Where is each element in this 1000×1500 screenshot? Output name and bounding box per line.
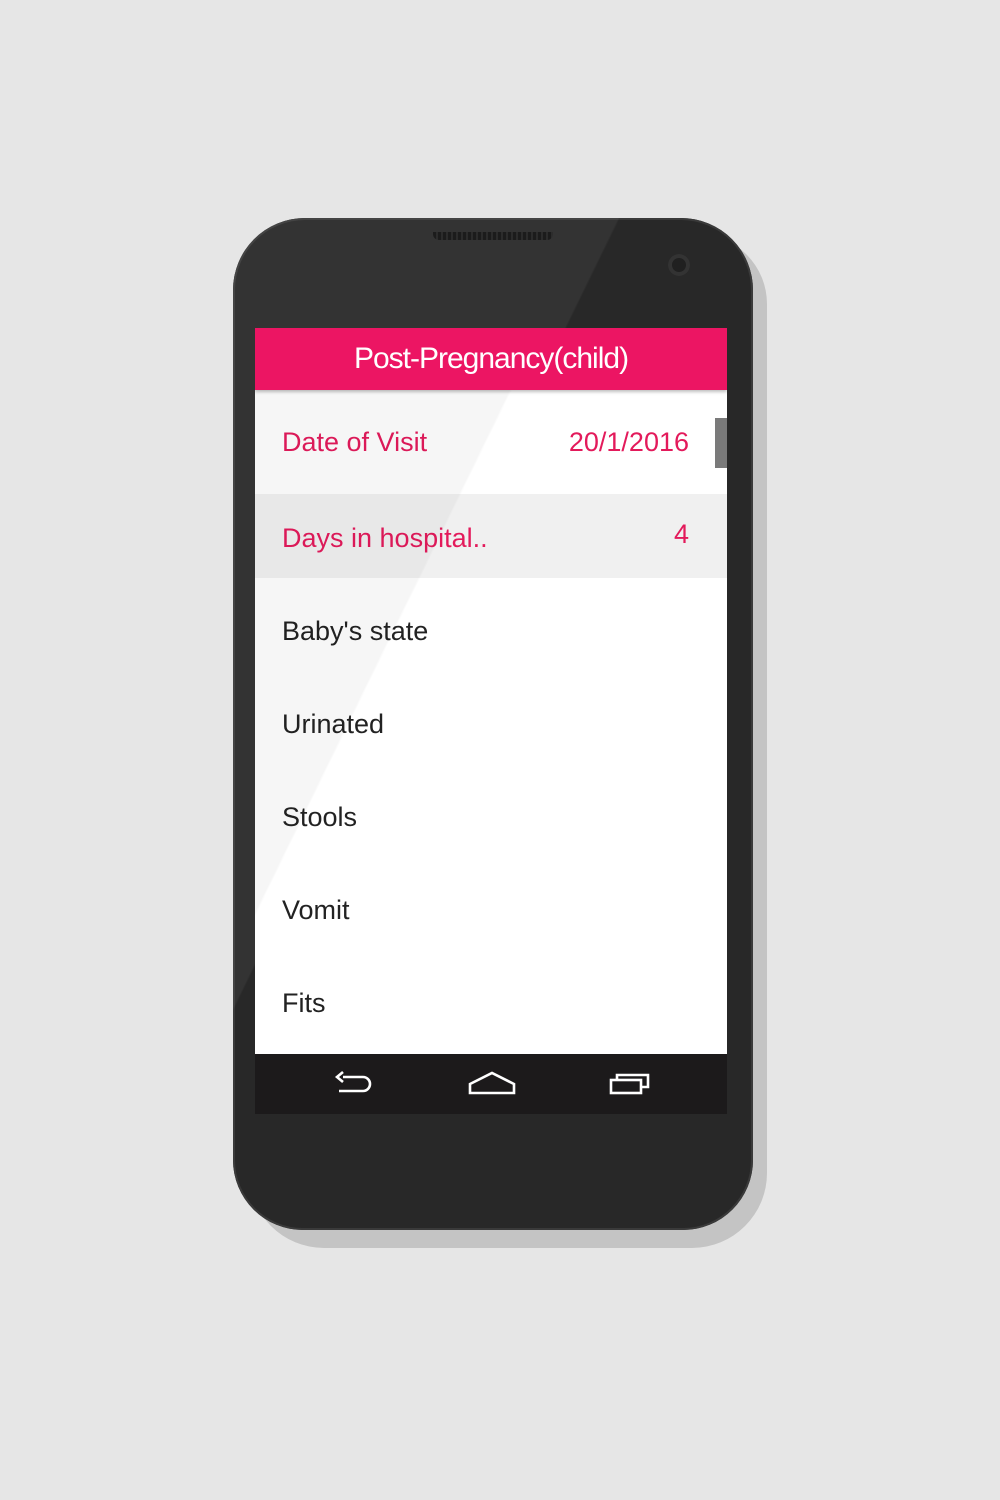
list-item-fits[interactable]: Fits <box>255 957 727 1050</box>
navigation-bar <box>255 1054 727 1114</box>
scrollbar-thumb[interactable] <box>715 418 727 468</box>
home-button[interactable] <box>462 1064 522 1104</box>
list-item-label: Date of Visit <box>282 426 428 457</box>
list-item-label: Baby's state <box>282 616 429 646</box>
back-button[interactable] <box>324 1064 384 1104</box>
list-item-urinated[interactable]: Urinated <box>255 678 727 771</box>
recent-apps-icon <box>609 1073 650 1095</box>
back-arrow-icon <box>334 1071 372 1093</box>
front-camera <box>668 254 690 276</box>
list-item-label: Stools <box>282 802 358 832</box>
list-item-days-in-hospital[interactable]: Days in hospital.. 4 <box>255 494 727 578</box>
form-list[interactable]: Date of Visit 20/1/2016 Days in hospital… <box>255 390 727 1054</box>
days-value: 4 <box>673 518 689 549</box>
list-item-date-of-visit[interactable]: Date of Visit 20/1/2016 <box>255 390 727 494</box>
list-item-vomit[interactable]: Vomit <box>255 864 727 957</box>
list-item-babys-state[interactable]: Baby's state <box>255 585 727 678</box>
recent-apps-button[interactable] <box>600 1064 660 1104</box>
phone-frame: Post-Pregnancy(child) Date of Visit 20/1… <box>233 218 753 1230</box>
screen: Post-Pregnancy(child) Date of Visit 20/1… <box>255 328 727 1114</box>
app-bar: Post-Pregnancy(child) <box>255 328 727 390</box>
list-item-label: Fits <box>282 988 326 1018</box>
speaker-grille <box>433 232 553 240</box>
list-item-label: Urinated <box>282 709 385 739</box>
date-value: 20/1/2016 <box>568 426 689 457</box>
page-title: Post-Pregnancy(child) <box>353 342 629 375</box>
list-item-label: Days in hospital.. <box>282 522 488 553</box>
list-item-label: Vomit <box>282 895 350 925</box>
list-item-stools[interactable]: Stools <box>255 771 727 864</box>
home-icon <box>468 1071 516 1095</box>
